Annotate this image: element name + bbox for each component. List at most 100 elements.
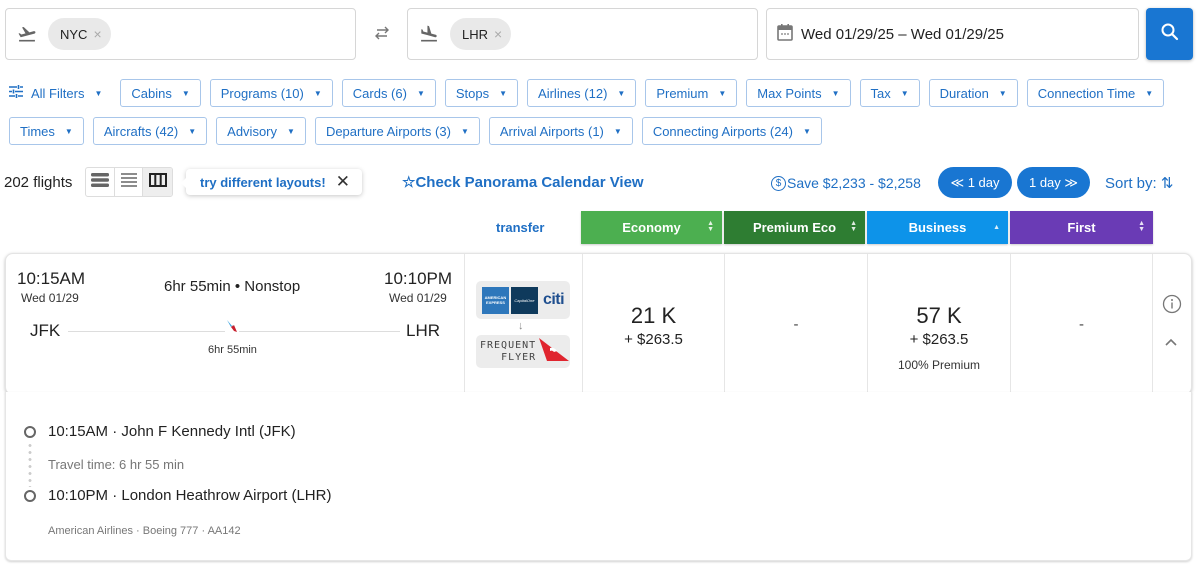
remove-destination-icon[interactable]: × [494, 26, 502, 42]
destination-code: LHR [462, 26, 489, 42]
search-button[interactable] [1146, 8, 1193, 60]
prev-day-button[interactable]: ≪ 1 day [938, 167, 1012, 198]
calendar-icon [777, 23, 793, 46]
economy-price-cell[interactable]: 21 K + $263.5 [583, 254, 725, 394]
filter-label: Programs (10) [220, 85, 304, 101]
filter-cards-button[interactable]: Cards (6) ▼ [341, 79, 436, 107]
filter-label: Cabins [131, 85, 172, 101]
transfer-column-header: transfer [496, 220, 545, 235]
caret-down-icon: ▼ [181, 88, 190, 98]
sort-by-button[interactable]: Sort by: ⇅ [1105, 174, 1173, 192]
origin-chip[interactable]: NYC × [48, 18, 111, 50]
filter-airlines-button[interactable]: Airlines (12) ▼ [527, 79, 637, 107]
departure-time: 10:15AM [17, 269, 86, 288]
first-unavailable: - [1079, 316, 1084, 333]
caret-down-icon: ▼ [831, 88, 840, 98]
filter-label: Aircrafts (42) [103, 123, 179, 139]
program-name: FREQUENT FLYER [480, 340, 536, 364]
caret-down-icon: ▼ [617, 88, 626, 98]
thick-list-icon [90, 172, 109, 192]
swap-icon[interactable] [371, 22, 393, 44]
filter-duration-button[interactable]: Duration ▼ [928, 79, 1018, 107]
timeline-connector [28, 442, 32, 487]
filter-label: Airlines (12) [538, 85, 608, 101]
info-icon[interactable] [1162, 294, 1182, 319]
caret-down-icon: ▼ [313, 88, 322, 98]
filter-row-1: All Filters ▼ Cabins ▼ Programs (10) ▼ Cards… [9, 79, 1194, 107]
amex-logo-icon: AMERICAN EXPRESS [481, 286, 509, 314]
program-name-line2: FLYER [501, 351, 537, 363]
first-column-header[interactable]: First ▲ ▼ [1010, 211, 1153, 244]
close-icon[interactable]: ✕ [336, 172, 350, 192]
date-field[interactable]: Wed 01/29/25 – Wed 01/29/25 [766, 8, 1139, 60]
chevron-up-icon[interactable] [1164, 334, 1178, 352]
filter-label: Connecting Airports (24) [652, 123, 793, 139]
filter-times-button[interactable]: Times ▼ [9, 117, 84, 145]
filter-max-points-button[interactable]: Max Points ▼ [746, 79, 851, 107]
savings-link[interactable]: $ Save $2,233 - $2,258 [771, 175, 921, 191]
caret-down-icon: ▼ [613, 126, 622, 136]
thin-list-icon [120, 172, 137, 192]
premium-economy-unavailable: - [793, 316, 799, 333]
caret-down-icon: ▼ [998, 88, 1007, 98]
destination-field[interactable]: LHR × [407, 8, 758, 60]
economy-points: 21 K [630, 303, 677, 328]
layout-tooltip: try different layouts! ✕ [181, 169, 362, 195]
premium-economy-column-header[interactable]: Premium Eco ▲ ▼ [724, 211, 865, 244]
filter-label: Duration [939, 85, 989, 101]
business-price-cell[interactable]: 57 K + $263.5 100% Premium [868, 254, 1011, 394]
filter-connecting-airports-button[interactable]: Connecting Airports (24) ▼ [641, 117, 822, 145]
filter-programs-button[interactable]: Programs (10) ▼ [209, 79, 333, 107]
all-filters-button[interactable]: All Filters ▼ [9, 79, 107, 107]
landing-icon [418, 23, 440, 45]
economy-column-header[interactable]: Economy ▲ ▼ [581, 211, 722, 244]
departure-date: Wed 01/29 [21, 291, 79, 305]
filter-departure-airports-button[interactable]: Departure Airports (3) ▼ [314, 117, 480, 145]
remove-origin-icon[interactable]: × [93, 26, 101, 42]
filter-label: Tax [870, 85, 891, 101]
flight-count: 202 flights [4, 174, 73, 191]
travel-time: Travel time: 6 hr 55 min [48, 457, 185, 472]
destination-chip[interactable]: LHR × [450, 18, 512, 50]
caret-down-icon: ▼ [499, 88, 508, 98]
filter-tax-button[interactable]: Tax ▼ [859, 79, 920, 107]
departure-stop-icon [24, 426, 36, 438]
columns-icon [148, 172, 167, 192]
flight-card[interactable]: 10:15AM Wed 01/29 6hr 55min • Nonstop 10… [5, 253, 1192, 395]
dollar-circle-icon: $ [771, 175, 786, 191]
panorama-calendar-link[interactable]: ☆Check Panorama Calendar View [402, 173, 644, 191]
capital-one-logo-icon: CapitalOne [510, 286, 538, 314]
caret-down-icon: ▼ [94, 88, 103, 98]
qantas-tail-icon [538, 336, 570, 367]
filter-row-2: Times ▼ Aircrafts (42) ▼ Advisory ▼ Departure … [9, 117, 1194, 145]
filter-label: Advisory [227, 123, 278, 139]
filter-premium-button[interactable]: Premium ▼ [645, 79, 738, 107]
search-bar: NYC × LHR × Wed 01/29/25 – Wed 01/29/25 [5, 8, 1193, 60]
flight-details-panel: 10:15AM · John F Kennedy Intl (JFK) Trav… [5, 392, 1192, 561]
filter-cabins-button[interactable]: Cabins ▼ [120, 79, 201, 107]
next-day-button[interactable]: 1 day ≫ [1017, 167, 1090, 198]
date-range: Wed 01/29/25 – Wed 01/29/25 [801, 25, 1004, 43]
premium-economy-price-cell: - [725, 254, 868, 394]
duration-stops: 6hr 55min • Nonstop [164, 278, 301, 295]
filter-aircrafts-button[interactable]: Aircrafts (42) ▼ [92, 117, 208, 145]
filter-advisory-button[interactable]: Advisory ▼ [216, 117, 306, 145]
origin-field[interactable]: NYC × [5, 8, 356, 60]
filter-connection-time-button[interactable]: Connection Time ▼ [1026, 79, 1165, 107]
credit-card-programs: AMERICAN EXPRESS CapitalOne citi [476, 281, 570, 319]
layout-compact-button[interactable] [86, 168, 115, 196]
layout-list-button[interactable] [115, 168, 144, 196]
business-premium-note: 100% Premium [897, 358, 981, 372]
search-icon [1160, 22, 1180, 47]
caret-down-icon: ▼ [460, 126, 469, 136]
layout-columns-button[interactable] [143, 168, 172, 196]
layout-tip-text: try different layouts! [200, 174, 326, 190]
caret-down-icon: ▼ [64, 126, 73, 136]
arrival-stop-icon [24, 490, 36, 502]
filter-stops-button[interactable]: Stops ▼ [444, 79, 519, 107]
business-column-header[interactable]: Business ▲ [867, 211, 1008, 244]
filter-arrival-airports-button[interactable]: Arrival Airports (1) ▼ [488, 117, 633, 145]
arrival-detail: 10:10PM · London Heathrow Airport (LHR) [48, 487, 332, 504]
filter-label: Connection Time [1037, 85, 1136, 101]
program-name-line1: FREQUENT [480, 339, 537, 351]
